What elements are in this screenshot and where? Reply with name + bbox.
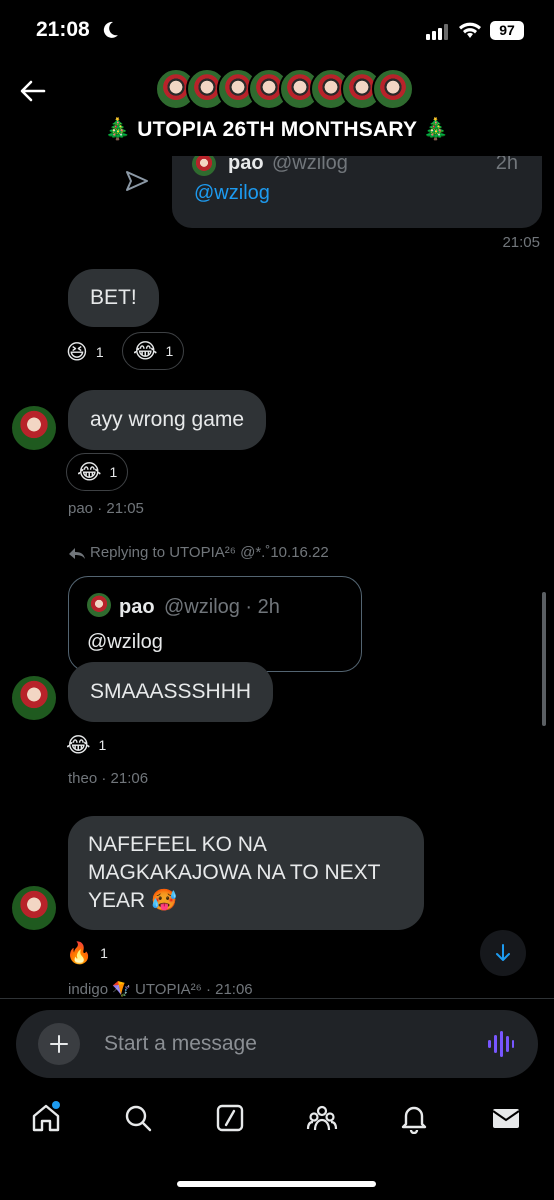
conversation-header: 🎄 UTOPIA 26TH MONTHSARY 🎄 (0, 60, 554, 156)
quote-author-handle: @wzilog (272, 156, 348, 174)
message-text: NAFEFEEL KO NA MAGKAKAJOWA NA TO NEXT YE… (88, 833, 381, 912)
message-bubble[interactable]: NAFEFEEL KO NA MAGKAKAJOWA NA TO NEXT YE… (68, 816, 424, 930)
scrollbar[interactable] (542, 592, 546, 726)
group-title[interactable]: 🎄 UTOPIA 26TH MONTHSARY 🎄 (0, 118, 554, 142)
message-text: ayy wrong game (90, 408, 245, 431)
arrow-down-icon (496, 944, 510, 961)
scroll-to-bottom-button[interactable] (480, 930, 526, 976)
group-avatars[interactable] (155, 68, 414, 110)
sent-status-icon (126, 171, 148, 191)
quote-body: @wzilog (87, 631, 163, 653)
grok-icon[interactable] (214, 1102, 246, 1134)
quote-author-name: pao (119, 596, 155, 618)
avatar (87, 593, 111, 617)
add-attachment-button[interactable] (38, 1023, 80, 1065)
reaction-chip[interactable]: 😂 1 (122, 332, 185, 370)
reaction-count: 1 (165, 343, 174, 359)
voice-message-icon[interactable] (486, 1030, 514, 1058)
reaction-chip[interactable]: 🔥 1 (66, 934, 108, 972)
reaction-emoji: 😂 (133, 339, 158, 363)
reaction-emoji: 😆 (66, 340, 88, 364)
reaction-chip[interactable]: 😆 1 (66, 333, 104, 371)
notification-dot (52, 1101, 60, 1109)
home-indicator (177, 1181, 376, 1187)
reaction-chip[interactable]: 😂 1 (66, 453, 129, 491)
battery-indicator: 97 (490, 21, 524, 40)
sent-timestamp: 21:05 (502, 234, 540, 251)
message-text: BET! (90, 286, 137, 309)
cellular-signal-icon (426, 24, 448, 40)
avatar (192, 156, 216, 176)
reply-arrow-icon (69, 547, 85, 559)
message-composer (16, 1010, 538, 1078)
quote-author-handle: @wzilog · 2h (164, 596, 280, 618)
search-icon[interactable] (122, 1102, 154, 1134)
reaction-count: 1 (109, 464, 118, 480)
moon-icon (103, 21, 118, 38)
bottom-tab-bar (0, 1092, 554, 1152)
reply-context-text: Replying to UTOPIA²⁶ @*.˚10.16.22 (90, 544, 329, 561)
quoted-message[interactable]: pao @wzilog · 2h @wzilog (68, 576, 362, 672)
message-list[interactable]: pao @wzilog 2h @wzilog 21:05 BET! 😆 1 😂 … (0, 156, 554, 998)
message-bubble[interactable]: BET! (68, 269, 159, 327)
sender-avatar[interactable] (12, 886, 56, 930)
message-input[interactable] (104, 1026, 464, 1062)
quote-time: 2h (495, 156, 518, 174)
back-arrow-icon[interactable] (18, 76, 48, 106)
reaction-count: 1 (95, 344, 104, 360)
quote-body-link[interactable]: @wzilog (194, 182, 270, 205)
message-bubble[interactable]: SMAAASSSHHH (68, 662, 274, 722)
plus-icon (50, 1035, 68, 1053)
quote-author-name: pao (228, 156, 264, 174)
reaction-emoji: 😂 (77, 460, 102, 484)
message-meta: indigo 🪁 UTOPIA²⁶ · 21:06 (68, 981, 253, 998)
wifi-icon (459, 22, 481, 38)
reaction-emoji: 🔥 (66, 940, 93, 965)
reaction-emoji: 😂 (66, 733, 91, 757)
reaction-count: 1 (98, 737, 107, 753)
status-time: 21:08 (36, 18, 90, 41)
messages-icon[interactable] (490, 1102, 522, 1134)
avatar (372, 68, 414, 110)
message-text: SMAAASSSHHH (90, 680, 252, 703)
notifications-icon[interactable] (398, 1102, 430, 1134)
communities-icon[interactable] (306, 1102, 338, 1134)
divider (0, 998, 554, 999)
message-meta: pao · 21:05 (68, 500, 144, 517)
reaction-chip[interactable]: 😂 1 (66, 726, 106, 764)
message-bubble[interactable]: ayy wrong game (68, 390, 267, 450)
sender-avatar[interactable] (12, 406, 56, 450)
reply-context[interactable]: Replying to UTOPIA²⁶ @*.˚10.16.22 (68, 544, 329, 561)
sender-avatar[interactable] (12, 676, 56, 720)
quoted-message-top[interactable]: pao @wzilog 2h @wzilog (172, 156, 542, 228)
message-meta: theo · 21:06 (68, 770, 149, 787)
status-bar: 21:08 97 (0, 0, 554, 60)
reaction-count: 1 (100, 945, 108, 961)
